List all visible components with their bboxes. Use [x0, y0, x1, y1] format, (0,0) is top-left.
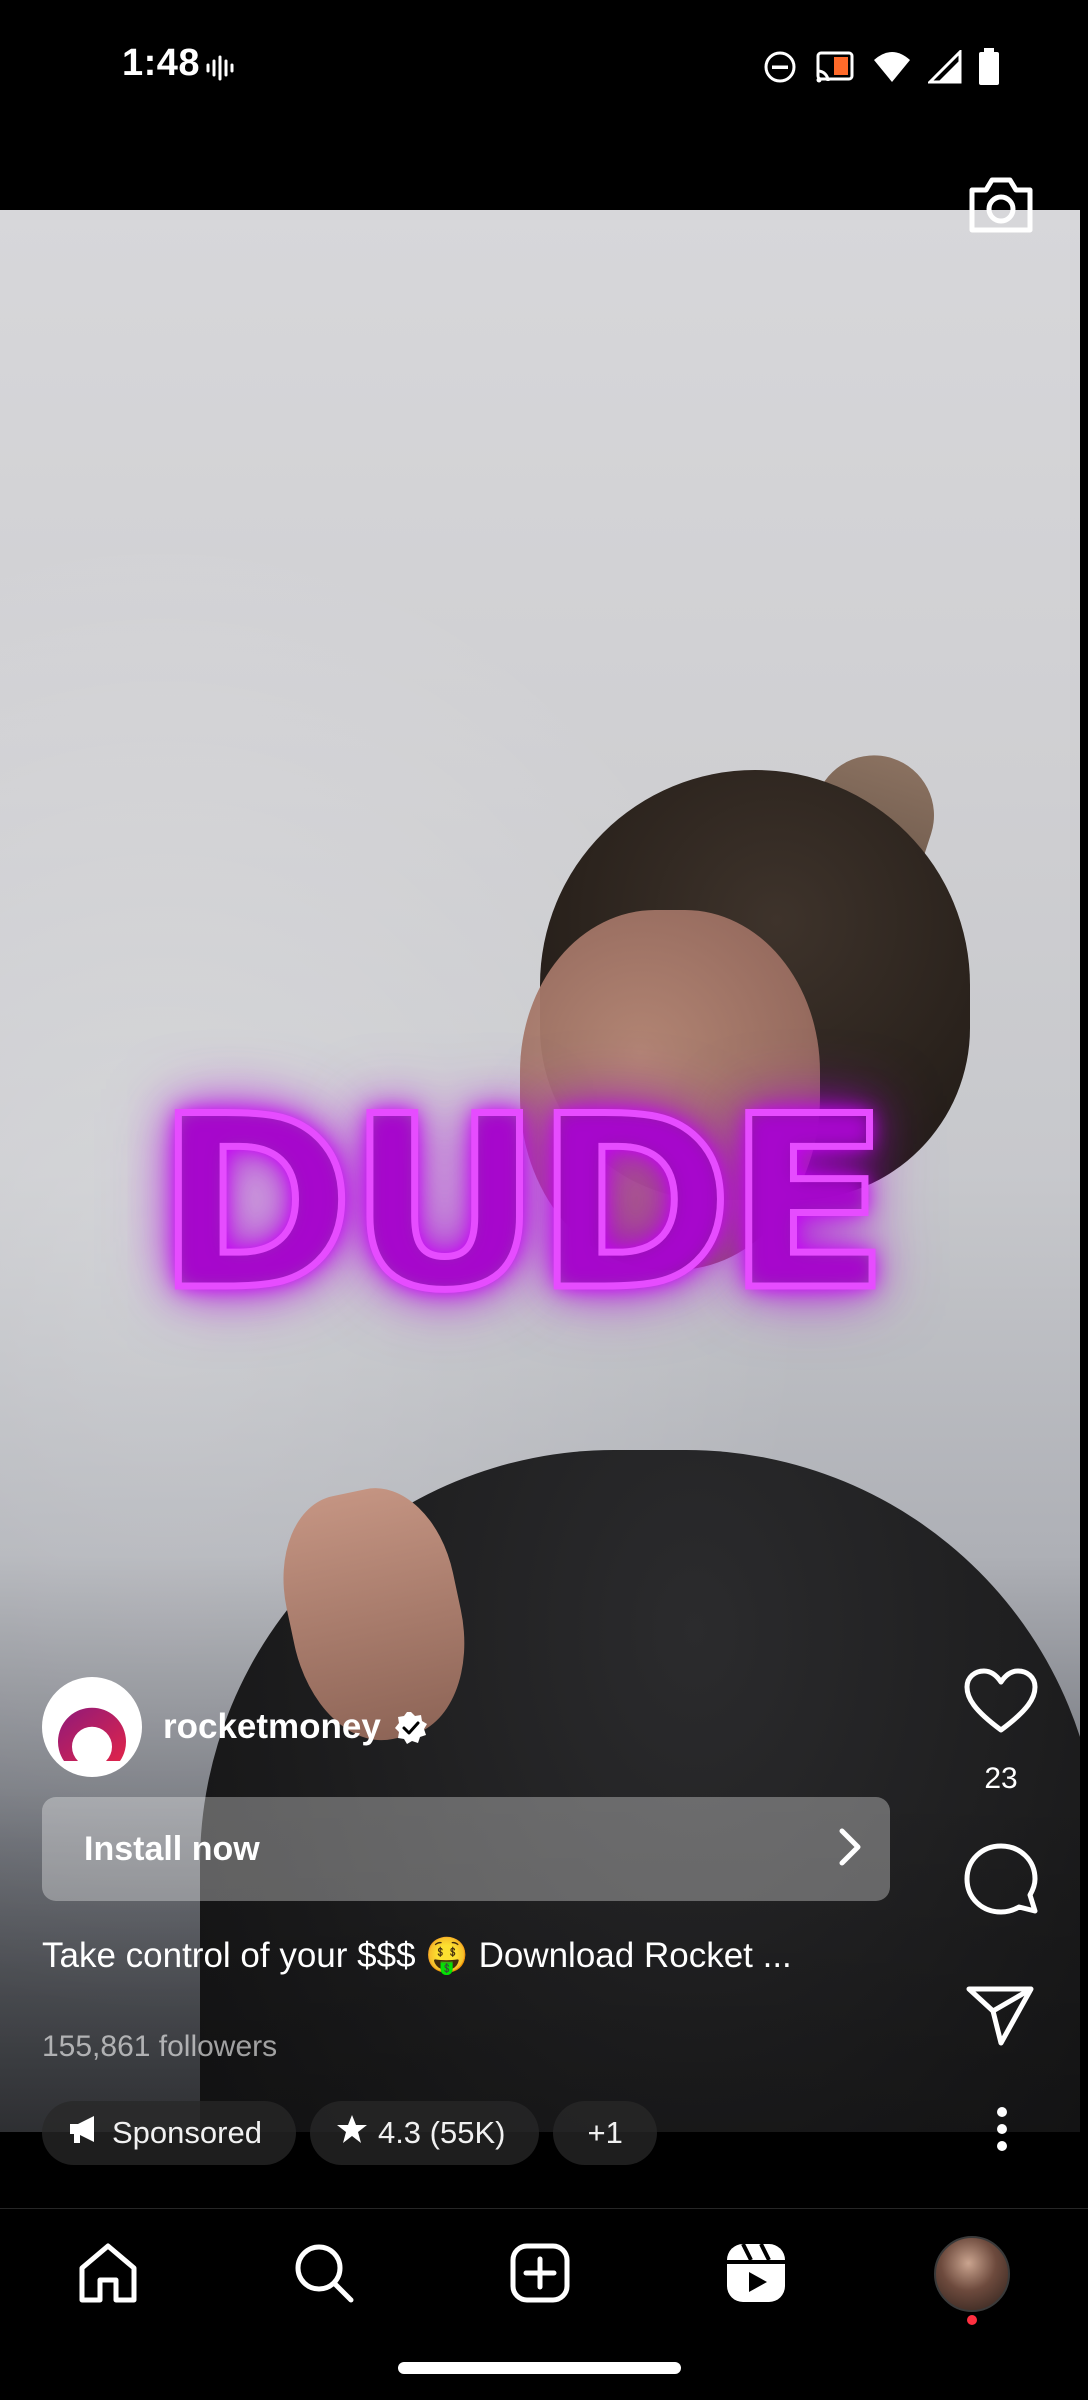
chevron-right-icon: [834, 1827, 864, 1872]
sponsored-label: Sponsored: [112, 2115, 262, 2150]
nav-home-button[interactable]: [68, 2235, 148, 2315]
do-not-disturb-icon: [762, 49, 798, 90]
chips-row: Sponsored 4.3 (55K) +1: [42, 2101, 657, 2165]
home-icon: [76, 2242, 140, 2309]
video-overlay-text: DUDE: [153, 1066, 893, 1343]
rating-label: 4.3 (55K): [377, 2115, 506, 2150]
cast-icon: [814, 49, 856, 90]
verified-badge-icon: [393, 1710, 429, 1751]
sponsored-chip[interactable]: Sponsored: [42, 2101, 296, 2165]
heart-icon[interactable]: [964, 1668, 1038, 1739]
nav-create-button[interactable]: [500, 2235, 580, 2315]
reels-icon: [725, 2242, 787, 2309]
nav-profile-avatar[interactable]: [934, 2236, 1010, 2312]
comment-icon[interactable]: [964, 1843, 1038, 1920]
like-count: 23: [984, 1762, 1018, 1795]
share-icon[interactable]: [965, 1985, 1035, 2052]
megaphone-icon: [68, 2114, 102, 2152]
followers-count: 155,861 followers: [42, 2030, 278, 2063]
nav-divider: [0, 2208, 1088, 2209]
camera-icon[interactable]: [966, 172, 1036, 241]
nav-reels-button[interactable]: [716, 2235, 796, 2315]
vibrate-icon: [203, 51, 237, 90]
rating-chip[interactable]: 4.3 (55K): [309, 2101, 540, 2165]
create-post-icon: [509, 2242, 571, 2309]
more-chip-label: +1: [587, 2115, 623, 2150]
more-icon[interactable]: [996, 2106, 1008, 2157]
home-indicator[interactable]: [398, 2362, 681, 2374]
nav-search-button[interactable]: [284, 2235, 364, 2315]
rocketmoney-logo: [58, 1707, 126, 1761]
more-chip[interactable]: +1: [553, 2101, 657, 2165]
avatar[interactable]: [42, 1677, 142, 1777]
install-now-button[interactable]: Install now: [42, 1797, 890, 1901]
signal-icon: [926, 48, 962, 89]
status-time: 1:48: [122, 42, 201, 84]
star-icon: [336, 2114, 368, 2152]
author-username[interactable]: rocketmoney: [163, 1707, 381, 1747]
post-caption[interactable]: Take control of your $$$ 🤑 Download Rock…: [42, 1935, 792, 1976]
battery-icon: [978, 48, 1000, 91]
install-now-label: Install now: [84, 1829, 260, 1868]
status-icons: [762, 48, 1000, 91]
search-icon: [293, 2242, 355, 2309]
wifi-icon: [872, 50, 912, 89]
notification-dot: [967, 2315, 977, 2325]
